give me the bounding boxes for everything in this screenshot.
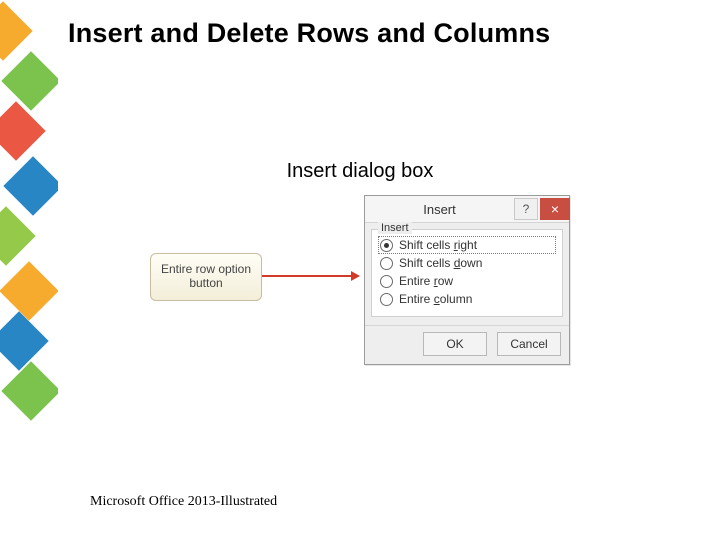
ribbon-block xyxy=(0,261,58,320)
radio-icon xyxy=(380,257,393,270)
option-label: Shift cells down xyxy=(399,256,482,270)
radio-icon xyxy=(380,239,393,252)
slide-title: Insert and Delete Rows and Columns xyxy=(68,18,550,49)
ribbon-block xyxy=(1,361,58,420)
decorative-ribbon xyxy=(0,0,58,540)
option-entire-column[interactable]: Entire column xyxy=(380,292,554,306)
ribbon-block xyxy=(0,101,46,160)
footer-text: Microsoft Office 2013-Illustrated xyxy=(90,494,277,510)
ribbon-block xyxy=(0,311,49,370)
dialog-group-insert: Insert Shift cells right Shift cells dow… xyxy=(371,229,563,317)
dialog-titlebar: Insert ? × xyxy=(365,196,569,223)
option-label: Entire column xyxy=(399,292,472,306)
insert-dialog: Insert ? × Insert Shift cells right Shif… xyxy=(364,195,570,365)
figure-area: Entire row option button Insert ? × Inse… xyxy=(150,195,570,365)
option-label: Shift cells right xyxy=(399,238,477,252)
ribbon-block xyxy=(1,51,58,110)
radio-icon xyxy=(380,275,393,288)
callout-label: Entire row option button xyxy=(150,253,262,301)
option-shift-cells-right[interactable]: Shift cells right xyxy=(380,238,554,252)
dialog-title: Insert xyxy=(365,202,514,217)
close-button[interactable]: × xyxy=(540,198,570,220)
figure-caption: Insert dialog box xyxy=(0,160,720,183)
ribbon-block xyxy=(0,1,33,60)
help-button[interactable]: ? xyxy=(514,198,538,220)
group-legend: Insert xyxy=(378,222,412,234)
dialog-button-row: OK Cancel xyxy=(365,325,569,364)
option-entire-row[interactable]: Entire row xyxy=(380,274,554,288)
option-shift-cells-down[interactable]: Shift cells down xyxy=(380,256,554,270)
radio-icon xyxy=(380,293,393,306)
ribbon-block xyxy=(0,206,36,265)
option-label: Entire row xyxy=(399,274,453,288)
ok-button[interactable]: OK xyxy=(423,332,487,356)
cancel-button[interactable]: Cancel xyxy=(497,332,561,356)
callout-arrow xyxy=(262,275,357,277)
